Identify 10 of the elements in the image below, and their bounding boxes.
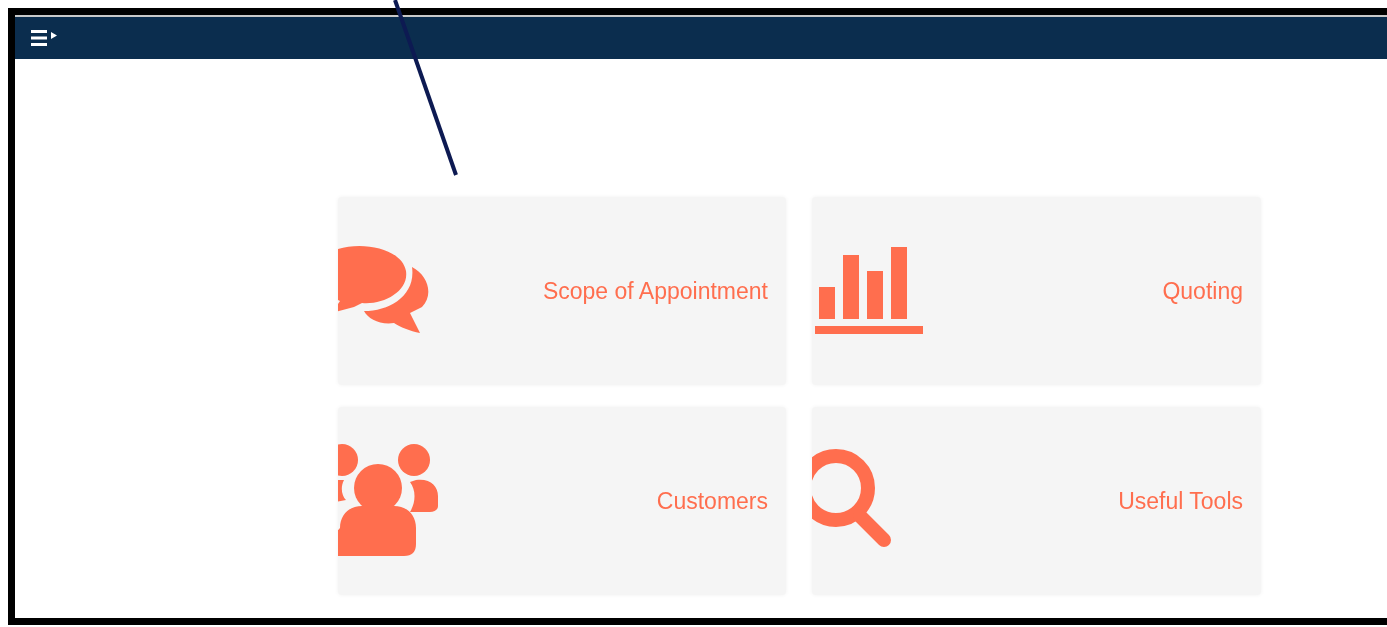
tile-card[interactable]: Useful Tools <box>812 407 1261 595</box>
tile-card[interactable]: Customers <box>338 407 786 595</box>
tile-card[interactable]: Quoting <box>812 197 1261 385</box>
tile-card[interactable]: Scope of Appointment <box>338 197 786 385</box>
tile-label[interactable]: Customers <box>656 483 768 519</box>
people-group-icon <box>338 444 440 558</box>
bar-chart-icon <box>815 247 923 335</box>
tile-label[interactable]: Quoting <box>1162 273 1243 309</box>
tile-label[interactable]: Useful Tools <box>1118 483 1243 519</box>
tile-label[interactable]: Scope of Appointment <box>542 273 768 309</box>
